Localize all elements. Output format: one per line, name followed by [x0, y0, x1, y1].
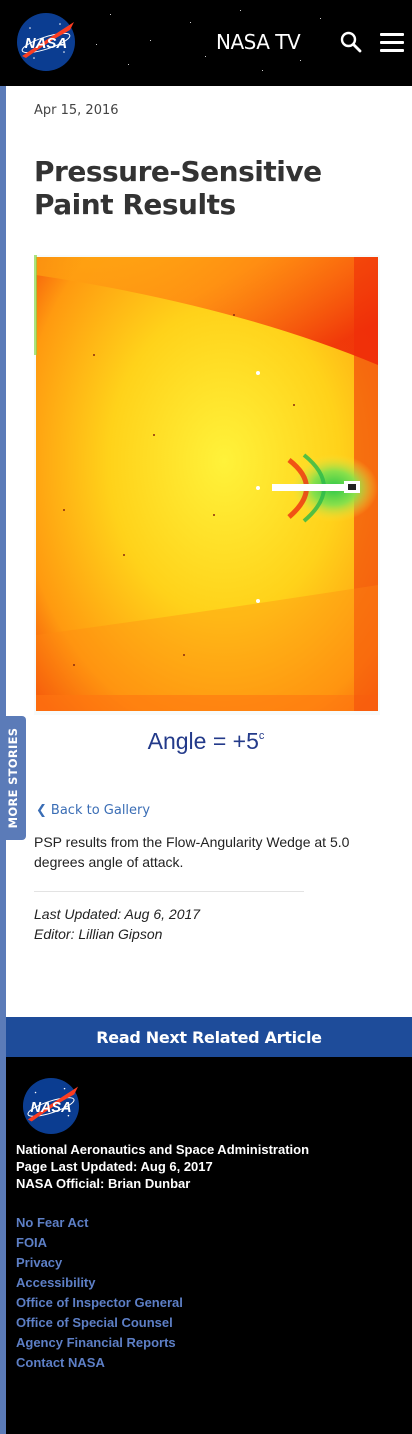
page-title: Pressure-Sensitive Paint Results: [34, 155, 322, 221]
footer-link-accessibility[interactable]: Accessibility: [16, 1273, 183, 1293]
footer-info: National Aeronautics and Space Administr…: [16, 1141, 309, 1192]
back-to-gallery-link[interactable]: ❮ Back to Gallery: [36, 803, 150, 818]
image-description: PSP results from the Flow-Angularity Wed…: [34, 834, 350, 870]
divider: [34, 891, 304, 892]
back-to-gallery-label: Back to Gallery: [50, 803, 151, 818]
site-footer: NASA National Aeronautics and Space Admi…: [6, 1057, 412, 1434]
footer-link-contact-nasa[interactable]: Contact NASA: [16, 1353, 183, 1373]
footer-links: No Fear Act FOIA Privacy Accessibility O…: [16, 1213, 183, 1373]
footer-link-financial-reports[interactable]: Agency Financial Reports: [16, 1333, 183, 1353]
article-meta: Last Updated: Aug 6, 2017 Editor: Lillia…: [34, 904, 200, 944]
last-updated: Last Updated: Aug 6, 2017: [34, 906, 201, 922]
angle-text: Angle = +5: [147, 728, 259, 754]
hamburger-menu-icon[interactable]: [380, 33, 404, 53]
editor: Editor: Lillian Gipson: [34, 926, 163, 942]
angle-degree-mark: c: [258, 730, 265, 742]
nasa-official: NASA Official: Brian Dunbar: [16, 1176, 191, 1191]
psp-result-image: [34, 255, 380, 715]
search-icon[interactable]: [340, 31, 362, 53]
related-label: Read Next Related Article: [96, 1028, 322, 1047]
footer-link-no-fear-act[interactable]: No Fear Act: [16, 1213, 183, 1233]
figure-angle-caption: Angle = +5c: [0, 728, 412, 755]
article-date: Apr 15, 2016: [34, 103, 119, 118]
footer-logo-text: NASA: [30, 1100, 71, 1116]
nasa-tv-link[interactable]: NASA TV: [216, 30, 301, 54]
chevron-left-icon: ❮: [36, 803, 47, 818]
nasa-logo[interactable]: NASA: [22, 1077, 80, 1135]
footer-link-special-counsel[interactable]: Office of Special Counsel: [16, 1313, 183, 1333]
nasa-logo[interactable]: NASA: [16, 12, 76, 72]
footer-link-inspector-general[interactable]: Office of Inspector General: [16, 1293, 183, 1313]
footer-link-foia[interactable]: FOIA: [16, 1233, 183, 1253]
page-last-updated: Page Last Updated: Aug 6, 2017: [16, 1159, 213, 1174]
site-header: NASA NASA TV: [0, 0, 412, 86]
org-name: National Aeronautics and Space Administr…: [16, 1142, 310, 1157]
footer-link-privacy[interactable]: Privacy: [16, 1253, 183, 1273]
read-next-related-article-button[interactable]: Read Next Related Article: [6, 1017, 412, 1057]
nasa-logo-text: NASA: [25, 35, 68, 52]
